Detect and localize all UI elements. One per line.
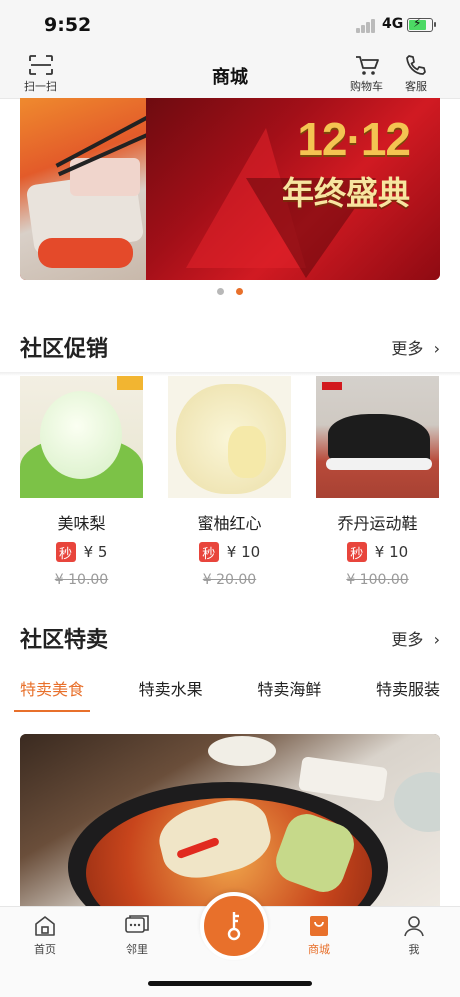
product-price: ¥ 10 bbox=[226, 543, 261, 561]
tab-clothing[interactable]: 特卖服装 bbox=[376, 676, 440, 712]
cart-icon bbox=[355, 56, 379, 75]
chevron-right-icon: › bbox=[428, 630, 440, 649]
promo-title: 社区促销 bbox=[20, 337, 109, 362]
flash-sale-badge: 秒 bbox=[198, 542, 219, 562]
product-card[interactable]: 蜜柚红心 秒 ¥ 10 ¥ 20.00 bbox=[168, 376, 291, 588]
home-indicator[interactable] bbox=[148, 981, 312, 986]
special-food-image[interactable] bbox=[20, 734, 440, 906]
original-price: ¥ 10.00 bbox=[54, 572, 109, 588]
status-bar: 9:52 4G ⚡ bbox=[0, 0, 460, 50]
more-label: 更多 bbox=[391, 630, 424, 649]
special-more-link[interactable]: 更多 › bbox=[391, 626, 440, 650]
tab-home-label: 首页 bbox=[34, 943, 56, 956]
status-time: 9:52 bbox=[44, 14, 92, 36]
shopping-bag-icon bbox=[310, 916, 328, 936]
key-button[interactable] bbox=[200, 892, 268, 960]
chat-icon bbox=[125, 915, 149, 933]
product-name: 乔丹运动鞋 bbox=[337, 514, 418, 533]
banner-big-text: 12·12 bbox=[297, 113, 411, 165]
home-icon bbox=[35, 916, 55, 936]
tab-me-label: 我 bbox=[408, 943, 420, 956]
product-price: ¥ 10 bbox=[374, 543, 409, 561]
promo-section-header: 社区促销 更多 › bbox=[20, 331, 440, 362]
carousel-dots bbox=[0, 288, 460, 295]
special-section-header: 社区特卖 更多 › bbox=[20, 622, 440, 653]
top-nav: 扫一扫 商城 购物车 客服 bbox=[0, 50, 460, 99]
signal-icon bbox=[356, 19, 378, 33]
product-card[interactable]: 乔丹运动鞋 秒 ¥ 10 ¥ 100.00 bbox=[316, 376, 439, 588]
product-name: 美味梨 bbox=[57, 514, 106, 533]
product-name: 蜜柚红心 bbox=[197, 514, 262, 533]
special-title: 社区特卖 bbox=[20, 628, 109, 653]
battery-cap bbox=[434, 22, 436, 27]
banner-food-image bbox=[20, 98, 161, 280]
tab-food[interactable]: 特卖美食 bbox=[13, 676, 91, 712]
carousel-dot[interactable] bbox=[217, 288, 224, 295]
promo-banner[interactable]: 12·12 年终盛典 bbox=[20, 98, 440, 280]
page-title: 商城 bbox=[212, 67, 248, 88]
service-label: 客服 bbox=[405, 80, 427, 93]
tab-mall[interactable]: 商城 bbox=[307, 915, 331, 957]
carousel-dot-active[interactable] bbox=[236, 288, 243, 295]
price-row: 秒 ¥ 10 bbox=[198, 542, 261, 562]
cart-label: 购物车 bbox=[350, 80, 383, 93]
price-row: 秒 ¥ 10 bbox=[346, 542, 409, 562]
product-image-shoe bbox=[316, 376, 439, 498]
promo-more-link[interactable]: 更多 › bbox=[391, 335, 440, 359]
user-icon bbox=[404, 916, 424, 937]
flash-sale-badge: 秒 bbox=[55, 542, 76, 562]
flash-sale-badge: 秒 bbox=[346, 542, 367, 562]
chevron-right-icon: › bbox=[428, 339, 440, 358]
network-label: 4G bbox=[382, 16, 404, 32]
product-card[interactable]: 美味梨 秒 ¥ 5 ¥ 10.00 bbox=[20, 376, 143, 588]
phone-icon bbox=[406, 55, 426, 75]
product-image-pomelo bbox=[168, 376, 291, 498]
tab-fruit[interactable]: 特卖水果 bbox=[139, 676, 203, 712]
key-icon bbox=[227, 912, 241, 941]
tab-seafood[interactable]: 特卖海鲜 bbox=[257, 676, 321, 712]
tab-neighbors[interactable]: 邻里 bbox=[124, 915, 150, 957]
tab-me[interactable]: 我 bbox=[402, 915, 426, 957]
battery-icon: ⚡ bbox=[407, 16, 433, 32]
product-image-pear bbox=[20, 376, 143, 498]
product-price: ¥ 5 bbox=[83, 543, 108, 561]
promo-product-list: 美味梨 秒 ¥ 5 ¥ 10.00 蜜柚红心 秒 ¥ 10 ¥ 20.00 乔丹… bbox=[20, 376, 460, 588]
tab-home[interactable]: 首页 bbox=[33, 915, 57, 957]
original-price: ¥ 20.00 bbox=[202, 572, 257, 588]
banner-sub-text: 年终盛典 bbox=[281, 174, 410, 212]
cart-button[interactable]: 购物车 bbox=[350, 54, 383, 94]
service-button[interactable]: 客服 bbox=[404, 54, 428, 94]
more-label: 更多 bbox=[391, 339, 424, 358]
original-price: ¥ 100.00 bbox=[346, 572, 409, 588]
tab-neighbors-label: 邻里 bbox=[126, 943, 148, 956]
tab-mall-label: 商城 bbox=[308, 943, 330, 956]
price-row: 秒 ¥ 5 bbox=[55, 542, 108, 562]
special-tabs: 特卖美食 特卖水果 特卖海鲜 特卖服装 bbox=[13, 676, 440, 712]
